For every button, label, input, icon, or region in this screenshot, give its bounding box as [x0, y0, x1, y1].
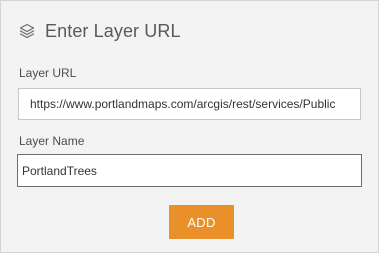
layer-name-input[interactable]	[17, 154, 362, 187]
enter-layer-url-panel: Enter Layer URL Layer URL Layer Name ADD	[0, 0, 379, 253]
layer-url-label: Layer URL	[19, 66, 77, 80]
add-button[interactable]: ADD	[169, 205, 234, 239]
layers-icon	[18, 22, 36, 40]
panel-title: Enter Layer URL	[45, 20, 181, 41]
layer-url-input[interactable]	[18, 88, 361, 120]
panel-header: Enter Layer URL	[18, 18, 181, 44]
layer-name-label: Layer Name	[19, 134, 85, 148]
